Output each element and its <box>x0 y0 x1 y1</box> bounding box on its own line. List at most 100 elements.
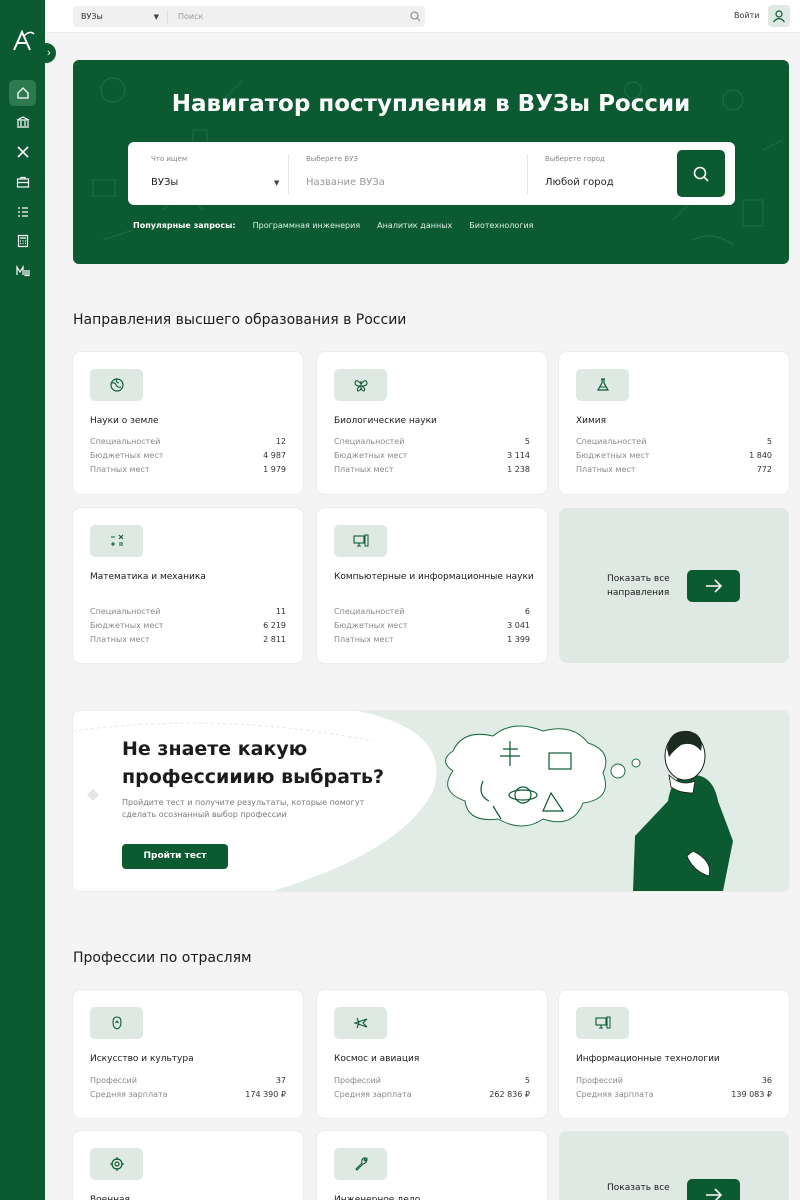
stat-value: 6 <box>524 607 530 616</box>
checklist-icon <box>17 207 28 217</box>
vuz-label: Выберете ВУЗ <box>306 155 358 163</box>
show-all-professions-card[interactable]: Показать все <box>559 1131 789 1200</box>
sidebar-item-metro[interactable] <box>9 258 36 284</box>
what-select[interactable]: Что ищем ВУЗы ▼ <box>128 142 288 205</box>
what-label: Что ищем <box>151 155 188 163</box>
calculator-icon <box>17 234 28 248</box>
show-all-directions-button[interactable] <box>687 570 740 602</box>
profession-card[interactable]: Космос и авиация Профессий 5 Средняя зарпла… <box>317 990 547 1118</box>
direction-card-title: Науки о земле <box>90 416 159 426</box>
stat-value: 1 979 <box>263 465 286 474</box>
what-value: ВУЗы <box>151 177 179 188</box>
profession-card-title: Инженерное дело <box>334 1195 421 1200</box>
direction-card[interactable]: Компьютерные и информационные науки Специ… <box>317 508 547 663</box>
stat-label: Бюджетных мест <box>334 621 408 630</box>
chevron-down-icon: ▼ <box>153 12 159 21</box>
vuz-field[interactable]: Выберете ВУЗ Название ВУЗа <box>289 142 527 205</box>
profession-card[interactable]: Информационные технологии Профессий 36 Сред… <box>559 990 789 1118</box>
show-all-label: Показать все направления <box>607 574 670 598</box>
popular-query-link[interactable]: Программная инженерия <box>253 221 361 230</box>
city-select[interactable]: Выберете город Любой город <box>528 142 668 205</box>
banner-title: Не знаете какую профессииию выбрать? <box>122 738 385 788</box>
butterfly-icon <box>334 369 387 401</box>
direction-card[interactable]: Математика и механика Специальностей 11 Бюд… <box>73 508 303 663</box>
direction-card-title: Математика и механика <box>90 572 206 582</box>
stat-label: Платных мест <box>90 465 150 474</box>
stat-row: Специальностей 5 <box>334 435 530 449</box>
stat-label: Бюджетных мест <box>334 451 408 460</box>
stat-value: 1 399 <box>507 635 530 644</box>
logo-icon[interactable] <box>10 28 36 54</box>
arrow-right-icon <box>705 579 722 593</box>
stat-label: Специальностей <box>334 607 405 616</box>
stat-label: Средняя зарплата <box>334 1090 412 1099</box>
profession-card[interactable]: Искусство и культура Профессий 37 Средняя з… <box>73 990 303 1118</box>
stat-label: Специальностей <box>90 607 161 616</box>
sidebar-item-home[interactable] <box>9 80 36 106</box>
search-icon[interactable] <box>405 11 425 22</box>
globe-icon <box>90 369 143 401</box>
direction-card[interactable]: Биологические науки Специальностей 5 Бюджет… <box>317 352 547 494</box>
profession-card[interactable]: Военная <box>73 1131 303 1200</box>
stat-value: 4 987 <box>263 451 286 460</box>
show-all-directions-card[interactable]: Показать все направления <box>559 508 789 663</box>
stat-row: Платных мест 772 <box>576 463 772 477</box>
profession-card-stats: Профессий 36 Средняя зарплата 139 083 ₽ <box>576 1074 772 1102</box>
target-icon <box>90 1148 143 1180</box>
login-link[interactable]: Войти <box>734 11 759 20</box>
stat-row: Специальностей 5 <box>576 435 772 449</box>
direction-card[interactable]: Науки о земле Специальностей 12 Бюджетных м… <box>73 352 303 494</box>
search-category-select[interactable]: ВУЗы ▼ <box>73 9 168 24</box>
computer-icon <box>576 1007 629 1039</box>
stat-label: Платных мест <box>576 465 636 474</box>
admission-search-form: Что ищем ВУЗы ▼ Выберете ВУЗ Название ВУ… <box>128 142 735 205</box>
stat-row: Платных мест 1 399 <box>334 633 530 647</box>
direction-card-stats: Специальностей 11 Бюджетных мест 6 219 Платн… <box>90 605 286 647</box>
global-search: ВУЗы ▼ <box>73 6 425 27</box>
stat-row: Специальностей 6 <box>334 605 530 619</box>
stat-row: Бюджетных мест 3 114 <box>334 449 530 463</box>
direction-card-title: Компьютерные и информационные науки <box>334 572 534 582</box>
stat-value: 12 <box>275 437 286 446</box>
sidebar-item-calculator[interactable] <box>9 228 36 254</box>
sidebar-item-tests[interactable] <box>9 199 36 225</box>
sidebar-item-professions[interactable] <box>9 139 36 165</box>
stat-value: 36 <box>761 1076 772 1085</box>
hero-title: Навигатор поступления в ВУЗы России <box>171 91 691 117</box>
stat-value: 5 <box>766 437 772 446</box>
stat-value: 772 <box>756 465 772 474</box>
topbar: ВУЗы ▼ Войти <box>45 0 800 33</box>
direction-card-stats: Специальностей 6 Бюджетных мест 3 041 Платны… <box>334 605 530 647</box>
stat-label: Средняя зарплата <box>576 1090 654 1099</box>
popular-query-link[interactable]: Биотехнология <box>469 221 533 230</box>
stat-row: Профессий 5 <box>334 1074 530 1088</box>
profession-card[interactable]: Инженерное дело <box>317 1131 547 1200</box>
sidebar-collapse-button[interactable]: › <box>42 43 56 63</box>
direction-card-stats: Специальностей 5 Бюджетных мест 1 840 Платны… <box>576 435 772 477</box>
take-test-button[interactable]: Пройти тест <box>122 844 228 869</box>
tools-icon <box>16 146 29 158</box>
user-icon[interactable] <box>768 5 790 27</box>
stat-label: Платных мест <box>334 465 394 474</box>
metro-icon <box>15 264 30 277</box>
stat-row: Платных мест 2 811 <box>90 633 286 647</box>
stat-row: Специальностей 12 <box>90 435 286 449</box>
popular-query-link[interactable]: Аналитик данных <box>377 221 452 230</box>
stat-row: Платных мест 1 979 <box>90 463 286 477</box>
stat-value: 5 <box>524 1076 530 1085</box>
hero-search-button[interactable] <box>677 150 725 197</box>
direction-card[interactable]: Химия Специальностей 5 Бюджетных мест 1 840 П… <box>559 352 789 494</box>
popular-queries: Популярные запросы: Программная инженери… <box>133 221 534 230</box>
stat-row: Бюджетных мест 3 041 <box>334 619 530 633</box>
stat-label: Специальностей <box>90 437 161 446</box>
sidebar-item-career[interactable] <box>9 169 36 195</box>
stat-value: 1 840 <box>749 451 772 460</box>
show-all-professions-button[interactable] <box>687 1179 740 1200</box>
direction-card-stats: Специальностей 5 Бюджетных мест 3 114 Платны… <box>334 435 530 477</box>
sidebar-item-universities[interactable] <box>9 109 36 135</box>
plane-icon <box>334 1007 387 1039</box>
search-input[interactable] <box>168 12 405 21</box>
stat-row: Профессий 36 <box>576 1074 772 1088</box>
direction-card-title: Химия <box>576 416 607 426</box>
university-icon <box>16 116 29 128</box>
